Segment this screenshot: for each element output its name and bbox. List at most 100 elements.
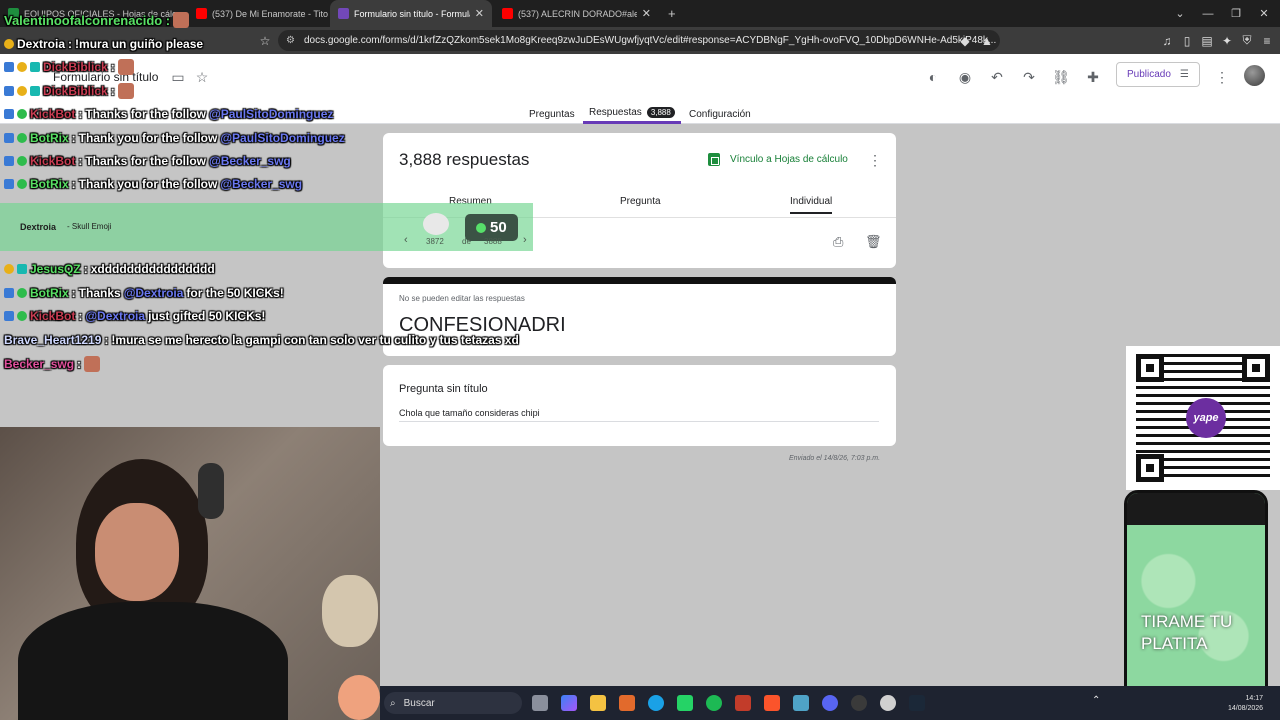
taskbar-search[interactable]: ⌕ Buscar [384,692,522,714]
close-tab-icon[interactable]: ✕ [475,7,484,20]
gifter-badge-icon [17,264,27,274]
delete-icon[interactable]: 🗑 [865,234,882,250]
dota-icon[interactable] [735,695,751,711]
chat-line: BotRix: Thank you for the follow @Becker… [4,177,302,191]
verified-badge-icon [17,311,27,321]
subscriber-badge-icon [17,86,27,96]
chat-line: BotRix: Thank you for the follow @PaulSi… [4,131,345,145]
skull-emoji-icon [423,213,449,235]
whatsapp-icon[interactable] [677,695,693,711]
chat-mention: @PaulSitoDominguez [209,107,334,121]
sheets-icon [708,153,720,166]
brave-shield-icon[interactable]: ◆ [954,27,976,54]
headphones [198,463,224,519]
chat-mention: @Dextroia [85,309,146,323]
chat-message: Thanks [78,286,121,300]
palette-icon[interactable]: ◐ [920,64,946,90]
address-bar[interactable]: ⚙ docs.google.com/forms/d/1krfZzQZkom5se… [278,30,1000,51]
add-collaborator-icon[interactable]: ✚ [1080,64,1106,90]
brave-icon[interactable] [764,695,780,711]
undo-icon[interactable]: ↶ [984,64,1010,90]
chat-username: BotRix [30,177,69,191]
task-view-icon[interactable] [532,695,548,711]
more-options-icon[interactable]: ⋮ [1209,64,1235,90]
preview-icon[interactable]: ◉ [952,64,978,90]
print-icon[interactable]: ⎙ [833,234,843,250]
brave-rewards-icon[interactable]: ▲ [976,27,998,54]
next-response-icon[interactable]: › [523,234,527,246]
new-tab-icon[interactable]: + [660,0,682,27]
chat-line: JesusQZ: xdddddddddddddddd [4,262,215,276]
file-explorer-icon[interactable] [590,695,606,711]
obs-icon[interactable] [851,695,867,711]
link-to-sheets-label: Vínculo a Hojas de cálculo [730,154,848,165]
chat-username: BotRix [30,286,69,300]
chat-username: KickBot [30,309,76,323]
forms-favicon-icon [338,8,349,19]
avatar[interactable] [1244,65,1265,86]
browser-tab-strip: EQUIPOS OFICIALES - Hojas de cálc (537) … [0,0,1280,27]
chat-line: DickBiblick: [4,59,134,75]
sidebar-icon[interactable]: ▯ [1176,27,1198,54]
media-icon[interactable]: ♫ [1156,27,1178,54]
chat-line: KickBot: @Dextroia just gifted 50 KICKs! [4,309,265,323]
browser-tab[interactable]: (537) De Mi Enamorate - Tito Nie [188,0,328,27]
minimize-icon[interactable]: — [1194,0,1222,27]
browser-tab-active[interactable]: Formulario sin título - Formularios ✕ [330,0,492,27]
subtab-individual[interactable]: Individual [790,196,833,214]
chat-mention: @Becker_swg [220,177,303,191]
pager-current: 3872 [426,237,444,246]
settings-icon[interactable] [880,695,896,711]
bot-badge-icon [4,133,14,143]
leo-icon[interactable]: ✦ [1216,27,1238,54]
bot-badge-icon [4,156,14,166]
chat-separator: : [71,131,76,145]
responses-count-title: 3,888 respuestas [399,150,530,169]
published-label: Publicado [1127,69,1171,80]
show-hidden-icons-icon[interactable]: ⌃ [1092,695,1108,711]
vpn-icon[interactable]: ⛨ [1236,27,1258,54]
app-icon[interactable] [793,695,809,711]
tab-preguntas[interactable]: Preguntas [529,104,575,124]
menu-icon[interactable]: ≡ [1256,27,1278,54]
edge-icon[interactable] [648,695,664,711]
bookmark-icon[interactable]: ☆ [254,27,276,54]
spotify-icon[interactable] [706,695,722,711]
emote-icon [117,83,134,99]
redo-icon[interactable]: ↷ [1016,64,1042,90]
tab-configuracion[interactable]: Configuración [689,104,751,124]
pager-total: 3888 [484,237,502,246]
tab-label: Formulario sin título - Formularios [354,8,470,19]
wallet-icon[interactable]: ▤ [1196,27,1218,54]
chat-message: Thanks for the follow [85,107,207,121]
close-window-icon[interactable]: ✕ [1250,0,1278,27]
prev-response-icon[interactable]: ‹ [404,234,408,246]
youtube-favicon-icon [502,8,513,19]
more-options-icon[interactable]: ⋮ [862,147,888,173]
emote-icon [117,59,134,75]
star-icon[interactable]: ☆ [189,64,215,90]
pager-separator: de [462,237,471,246]
bot-badge-icon [4,109,14,119]
tab-respuestas[interactable]: Respuestas 3,888 [583,104,681,124]
browser-tab[interactable]: (537) ALECRIN DORADO#alecrindora ✕ [494,0,659,27]
answer-text: Chola que tamaño consideras chipi [399,408,879,422]
clock[interactable]: 14:17 14/08/2026 [1228,694,1263,714]
restore-icon[interactable]: ❐ [1222,0,1250,27]
tab-search-icon[interactable]: ⌄ [1166,0,1194,27]
link-to-sheets-button[interactable]: Vínculo a Hojas de cálculo [708,153,848,166]
site-info-icon[interactable]: ⚙ [286,35,295,46]
yape-qr-code: yape [1126,346,1280,490]
store-icon[interactable] [619,695,635,711]
alert-message: - Skull Emoji [67,222,112,231]
copilot-icon[interactable] [561,695,577,711]
folder-icon[interactable]: ▭ [165,64,191,90]
chat-username: Brave_Heart1219 [4,333,102,347]
subtab-pregunta[interactable]: Pregunta [620,196,661,207]
published-button[interactable]: Publicado ☰ [1116,62,1200,87]
link-icon[interactable]: ⛓ [1048,64,1074,90]
close-tab-icon[interactable]: ✕ [642,7,651,20]
chat-message: just gifted 50 KICKs! [148,309,266,323]
discord-icon[interactable] [822,695,838,711]
steam-icon[interactable] [909,695,925,711]
